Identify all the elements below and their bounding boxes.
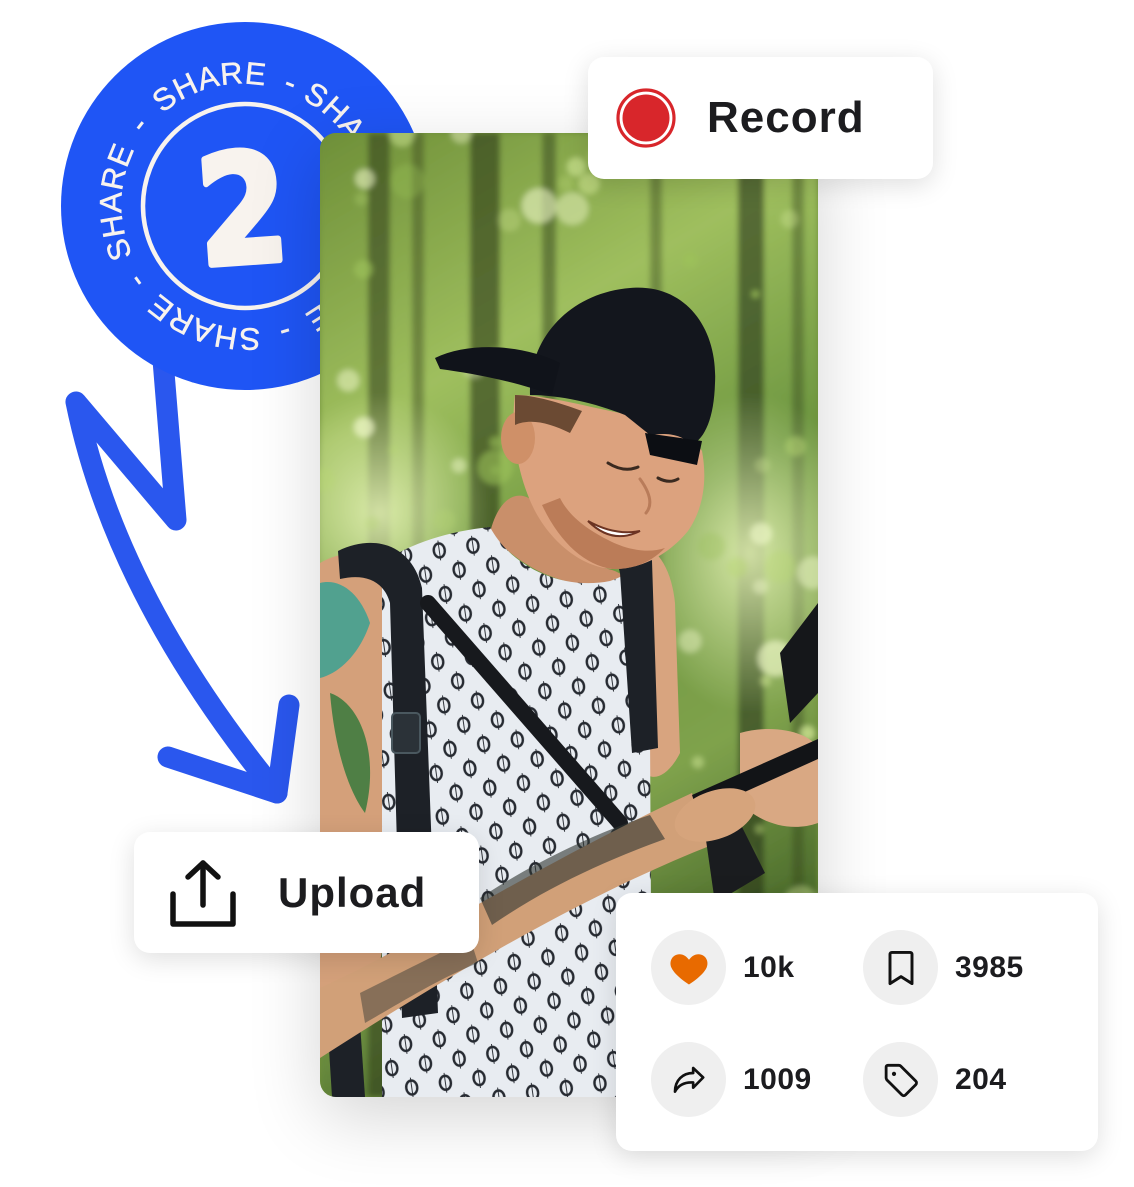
strap-buckle [391, 712, 421, 754]
tag-icon [884, 1063, 918, 1097]
bokeh-spot [697, 532, 726, 561]
bokeh-spot [489, 436, 502, 449]
bokeh-spot [354, 192, 368, 206]
bokeh-spot [760, 675, 771, 687]
bokeh-spot [682, 252, 698, 268]
bokeh-spot [433, 509, 456, 532]
stat-saves: 3985 [863, 930, 1024, 1005]
shares-count: 1009 [743, 1062, 812, 1096]
upload-icon [170, 859, 236, 927]
bokeh-spot [753, 579, 768, 595]
bokeh-spot [750, 522, 773, 545]
bokeh-spot [498, 208, 521, 232]
squiggle-arrow-icon [65, 349, 300, 804]
bokeh-spot [521, 188, 557, 224]
bokeh-spot [337, 369, 360, 392]
bokeh-spot [727, 557, 748, 578]
bokeh-spot [354, 260, 373, 279]
bokeh-spot [555, 192, 589, 225]
like-button[interactable] [651, 930, 726, 1005]
upload-label: Upload [278, 868, 427, 916]
bokeh-spot [390, 164, 425, 199]
arrow-body [65, 349, 288, 804]
tag-button[interactable] [863, 1042, 938, 1117]
bokeh-spot [692, 756, 704, 769]
bokeh-spot [785, 436, 806, 457]
engagement-stats-card: 10k 3985 1009 204 [616, 893, 1098, 1151]
bokeh-spot [387, 444, 399, 456]
likes-count: 10k [743, 950, 795, 984]
bokeh-spot [353, 417, 375, 438]
bookmark-button[interactable] [863, 930, 938, 1005]
bokeh-spot [365, 516, 380, 531]
stat-shares: 1009 [651, 1042, 812, 1117]
bokeh-spot [751, 290, 760, 299]
stat-tags: 204 [863, 1042, 1007, 1117]
share-icon [673, 1066, 704, 1093]
bokeh-spot [754, 824, 765, 834]
bokeh-spot [558, 175, 574, 192]
tags-count: 204 [955, 1062, 1007, 1096]
upload-button[interactable]: Upload [134, 832, 479, 953]
bookmark-icon [888, 950, 913, 985]
bokeh-spot [764, 550, 797, 583]
stat-likes: 10k [651, 930, 795, 1005]
record-button[interactable]: Record [588, 57, 933, 179]
badge-step-number: 2 [192, 120, 294, 301]
bokeh-spot [754, 457, 770, 473]
bokeh-spot [780, 210, 799, 228]
share-button[interactable] [651, 1042, 726, 1117]
bokeh-spot [355, 169, 375, 189]
bokeh-spot [678, 629, 702, 653]
bokeh-spot [566, 157, 586, 177]
heart-icon [670, 953, 707, 984]
record-icon [616, 88, 676, 148]
saves-count: 3985 [955, 950, 1024, 984]
bokeh-spot [451, 458, 467, 473]
record-label: Record [707, 93, 865, 142]
